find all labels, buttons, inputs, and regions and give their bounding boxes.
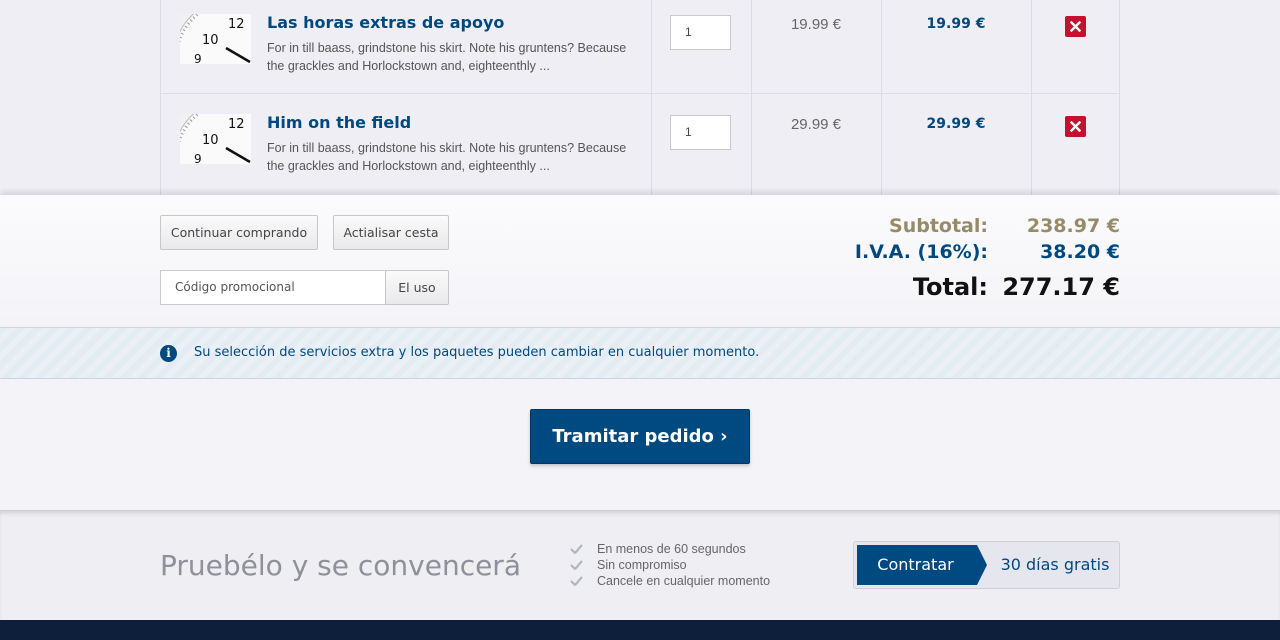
check-icon [570,544,583,554]
free-trial-label[interactable]: 30 días gratis [992,545,1118,585]
info-message: Su selección de servicios extra y los pa… [194,345,760,360]
arrow-shape [977,545,987,585]
feature-item: Sin compromiso [570,558,687,572]
signup-cta: Contratar 30 días gratis [853,541,1120,589]
feature-label: Cancele en cualquier momento [597,574,771,588]
svg-text:10: 10 [202,133,219,148]
unit-price: 29.99 € [790,116,842,133]
tax-value: 38.20 € [1040,241,1120,263]
product-description: For in till baass, grindstone his skirt.… [267,141,627,173]
product-thumbnail[interactable]: 10 12 9 [180,114,251,164]
quantity-input[interactable]: 1 [670,115,731,150]
subtotal-label: Subtotal: [889,215,988,237]
remove-item-button[interactable] [1065,116,1086,137]
svg-text:12: 12 [228,17,245,32]
line-total: 29.99 € [926,116,986,132]
quantity-input[interactable]: 1 [670,15,731,50]
clock-thumbnail-icon: 10 12 9 [180,14,251,64]
total-value: 277.17 € [1002,273,1120,301]
check-icon [570,576,583,586]
svg-text:9: 9 [194,52,202,64]
feature-item: Cancele en cualquier momento [570,574,770,588]
tax-label: I.V.A. (16%): [854,241,988,263]
close-x-icon [1070,121,1081,132]
feature-item: En menos de 60 segundos [570,542,746,556]
checkout-section: Tramitar pedido › [0,379,1280,510]
trial-promo: Pruebélo y se convencerá En menos de 60 … [0,510,1280,620]
cart-row: 10 12 9 Las horas extras de apoyo For in… [161,0,1119,94]
promo-code-input[interactable]: Código promocional [160,270,386,305]
info-icon: i [160,345,177,362]
clock-thumbnail-icon: 10 12 9 [180,114,251,164]
svg-text:10: 10 [202,33,219,48]
subtotal-value: 238.97 € [1026,215,1120,237]
svg-text:9: 9 [194,152,202,164]
cart-summary: Continuar comprando Actialisar cesta Cód… [0,195,1280,327]
apply-promo-button[interactable]: El uso [385,270,449,305]
total-label: Total: [912,273,988,301]
remove-item-button[interactable] [1065,16,1086,37]
continue-shopping-button[interactable]: Continuar comprando [160,215,318,250]
info-banner: i Su selección de servicios extra y los … [0,327,1280,379]
contract-button[interactable]: Contratar [857,545,974,585]
unit-price: 19.99 € [790,16,842,33]
promo-heading: Pruebélo y se convencerá [160,549,521,582]
product-title[interactable]: Las horas extras de apoyo [267,13,504,32]
feature-label: En menos de 60 segundos [597,542,746,556]
site-footer [0,620,1280,640]
cart-row: 10 12 9 Him on the field For in till baa… [161,94,1119,195]
close-x-icon [1070,21,1081,32]
check-icon [570,560,583,570]
product-title[interactable]: Him on the field [267,113,411,132]
update-cart-button[interactable]: Actialisar cesta [333,215,449,250]
product-thumbnail[interactable]: 10 12 9 [180,14,251,64]
svg-text:12: 12 [228,117,245,132]
line-total: 19.99 € [926,16,986,32]
product-description: For in till baass, grindstone his skirt.… [267,41,627,73]
checkout-button[interactable]: Tramitar pedido › [530,409,750,464]
cart-table: 10 12 9 Las horas extras de apoyo For in… [160,0,1120,195]
feature-label: Sin compromiso [597,558,687,572]
